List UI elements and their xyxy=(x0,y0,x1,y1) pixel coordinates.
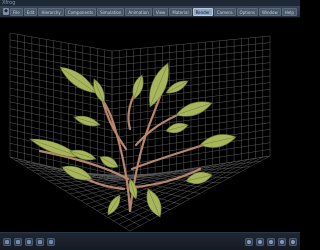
render-icon[interactable] xyxy=(267,237,275,246)
rotate-icon[interactable] xyxy=(14,237,22,246)
light-icon[interactable] xyxy=(245,237,253,246)
menu-animation[interactable]: Animation xyxy=(125,7,152,16)
menu-hierarchy[interactable]: Hierarchy xyxy=(38,7,64,16)
viewport-canvas[interactable] xyxy=(0,19,300,232)
menu-render[interactable]: Render xyxy=(192,7,213,16)
pan-icon[interactable] xyxy=(36,237,44,246)
leaf-vein xyxy=(59,66,97,94)
move-icon[interactable] xyxy=(3,237,11,246)
menubar: ◆ File Edit Hierarchy Components Simulat… xyxy=(0,6,300,18)
close-icon[interactable] xyxy=(289,237,297,246)
camera-icon[interactable] xyxy=(256,237,264,246)
fit-icon[interactable] xyxy=(47,237,55,246)
zoom-icon[interactable] xyxy=(25,237,33,246)
menu-file[interactable]: File xyxy=(10,7,23,16)
statusbar xyxy=(0,232,300,250)
menu-components[interactable]: Components xyxy=(64,7,97,16)
3d-viewport[interactable] xyxy=(0,19,300,232)
menu-camera[interactable]: Camera xyxy=(213,7,236,16)
menu-edit[interactable]: Edit xyxy=(23,7,38,16)
menu-material[interactable]: Material xyxy=(169,7,192,16)
grid-line xyxy=(124,156,263,228)
menu-simulation[interactable]: Simulation xyxy=(97,7,125,16)
perspective-grid xyxy=(9,32,271,232)
menu-view[interactable]: View xyxy=(152,7,169,16)
app-icon[interactable]: ◆ xyxy=(3,8,9,15)
menu-window[interactable]: Window xyxy=(258,7,281,16)
menu-options[interactable]: Options xyxy=(236,7,258,16)
menu-help[interactable]: Help xyxy=(281,7,297,16)
settings-icon[interactable] xyxy=(278,237,286,246)
